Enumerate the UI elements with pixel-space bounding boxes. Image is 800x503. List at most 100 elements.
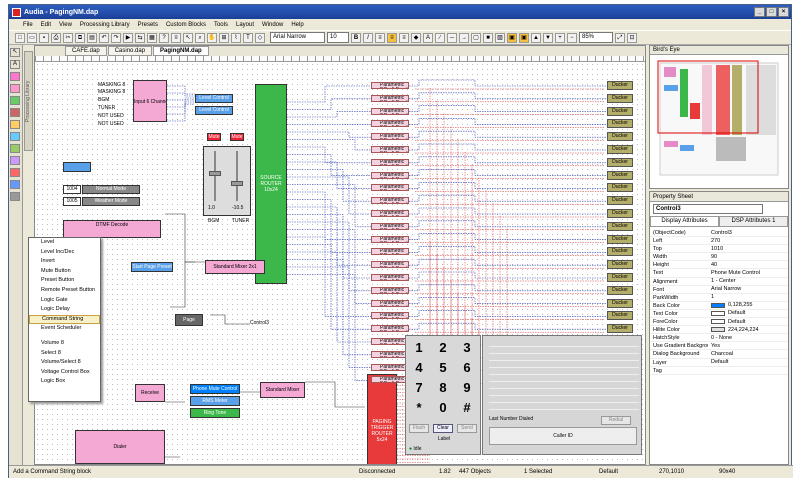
property-value[interactable]: 1 - Center — [708, 278, 788, 285]
property-value[interactable]: Default — [708, 359, 788, 366]
property-row[interactable]: Text Color Default — [650, 310, 788, 319]
menu-item-invert[interactable]: Invert — [29, 257, 100, 267]
property-row[interactable]: Back Color 0,128,255 — [650, 302, 788, 310]
receive-block[interactable]: Receive — [135, 384, 165, 402]
peq-block[interactable]: Parametric EQ - 1 Band — [371, 94, 409, 102]
line-style-icon[interactable]: ─ — [447, 32, 457, 43]
arrow-style-icon[interactable]: → — [459, 32, 469, 43]
property-row[interactable]: Top 1010 — [650, 245, 788, 254]
zoom-select[interactable]: 85% — [579, 32, 613, 43]
menu-item-preset-button[interactable]: Preset Button — [29, 276, 100, 286]
peq-block[interactable]: Parametric EQ - 1 Band — [371, 133, 409, 141]
logic-block-icon[interactable] — [10, 180, 20, 189]
property-row[interactable]: Text Phone Mute Control — [650, 269, 788, 278]
ducker-block[interactable]: Ducker — [607, 260, 633, 270]
dynamics-block-icon[interactable] — [10, 144, 20, 153]
source-router-block[interactable]: SOURCE ROUTER 10x24 — [255, 84, 287, 284]
redo-icon[interactable]: ↷ — [111, 32, 121, 43]
peq-block[interactable]: Parametric EQ - 1 Band — [371, 363, 409, 371]
processing-library-tab[interactable]: Processing Library — [24, 51, 33, 151]
send-back-icon[interactable]: ▼ — [543, 32, 553, 43]
peq-block[interactable]: Parametric EQ - 1 Band — [371, 299, 409, 307]
input-block[interactable]: Input 6 Channel — [133, 80, 167, 122]
group-icon[interactable]: ▣ — [507, 32, 517, 43]
ducker-block[interactable]: Ducker — [607, 247, 633, 257]
grid-icon[interactable]: ▦ — [147, 32, 157, 43]
key-9[interactable]: 9 — [458, 380, 476, 396]
italic-icon[interactable]: I — [363, 32, 373, 43]
peq-block[interactable]: Parametric EQ - 1 Band — [371, 286, 409, 294]
font-color-icon[interactable]: A — [423, 32, 433, 43]
birds-eye-overview[interactable] — [650, 55, 788, 187]
menu-tools[interactable]: Tools — [214, 22, 228, 28]
menu-file[interactable]: File — [23, 22, 33, 28]
peq-block[interactable]: Parametric EQ - 1 Band — [371, 350, 409, 358]
minimize-button[interactable]: _ — [754, 7, 765, 17]
peq-block[interactable]: Parametric EQ - 1 Band — [371, 82, 409, 89]
text-tool-icon[interactable]: T — [243, 32, 253, 43]
title-bar[interactable]: Audia - PagingNM.dap _ □ × — [9, 5, 791, 19]
ducker-block[interactable]: Ducker — [607, 196, 633, 206]
line-color-icon[interactable]: ∕ — [435, 32, 445, 43]
property-value[interactable]: 90 — [708, 253, 788, 260]
menu-help[interactable]: Help — [291, 22, 303, 28]
menu-custom-blocks[interactable]: Custom Blocks — [166, 22, 206, 28]
property-row[interactable]: Height 40 — [650, 261, 788, 270]
property-row[interactable]: Left 270 — [650, 237, 788, 246]
peq-block[interactable]: Parametric EQ - 1 Band — [371, 197, 409, 205]
delay-block-icon[interactable] — [10, 168, 20, 177]
menu-item-logic-box[interactable]: Logic Box — [29, 377, 100, 387]
property-row[interactable]: Tag — [650, 367, 788, 375]
property-value[interactable]: Yes — [708, 342, 788, 349]
menu-edit[interactable]: Edit — [41, 22, 51, 28]
peq-block[interactable]: Parametric EQ - 1 Band — [371, 120, 409, 128]
property-value[interactable]: 40 — [708, 261, 788, 268]
start-page-preset-button[interactable]: Start Page Preset — [131, 262, 173, 272]
align-right-icon[interactable]: ≡ — [399, 32, 409, 43]
bring-front-icon[interactable]: ▲ — [531, 32, 541, 43]
key-4[interactable]: 4 — [410, 360, 428, 376]
level-control-block-2[interactable]: Level Control — [195, 106, 233, 115]
property-row[interactable]: Alignment 1 - Center — [650, 278, 788, 286]
property-value[interactable]: Arial Narrow — [708, 286, 788, 293]
fill-color-icon[interactable]: ◆ — [411, 32, 421, 43]
menu-item-volume-8[interactable]: Volume 8 — [29, 339, 100, 349]
ducker-block[interactable]: Ducker — [607, 132, 633, 142]
fader-handle-2[interactable] — [231, 181, 243, 186]
zoom-icon[interactable]: ⌕ — [195, 32, 205, 43]
property-value[interactable]: 0 - None — [708, 334, 788, 341]
peq-block[interactable]: Parametric EQ - 1 Band — [371, 261, 409, 269]
ducker-block[interactable]: Ducker — [607, 157, 633, 167]
property-value[interactable]: 0,128,255 — [708, 302, 788, 309]
tab-paging[interactable]: PagingNM.dap — [153, 46, 209, 56]
peq-block[interactable]: Parametric EQ - 1 Band — [371, 107, 409, 115]
tab-display-attributes[interactable]: Display Attributes — [650, 216, 719, 227]
menu-item-mute-button[interactable]: Mute Button — [29, 267, 100, 277]
property-value[interactable]: 224,224,224 — [708, 326, 788, 333]
pointer-icon[interactable]: ↖ — [183, 32, 193, 43]
menu-item-voltage-control-box[interactable]: Voltage Control Box — [29, 368, 100, 378]
property-row[interactable]: Dialog Background Charcoal — [650, 350, 788, 359]
meter-block-icon[interactable] — [10, 156, 20, 165]
peq-block[interactable]: Parametric EQ - 1 Band — [371, 171, 409, 179]
ducker-block[interactable]: Ducker — [607, 221, 633, 231]
peq-block[interactable]: Parametric EQ - 1 Band — [371, 146, 409, 153]
color-picker-icon[interactable]: ■ — [483, 32, 493, 43]
menu-processing-library[interactable]: Processing Library — [80, 22, 130, 28]
property-value[interactable]: Charcoal — [708, 350, 788, 357]
undo-icon[interactable]: ↶ — [99, 32, 109, 43]
rms-meter-block[interactable]: RMS Meter — [190, 396, 240, 406]
send-button[interactable]: Send — [457, 424, 477, 433]
property-row[interactable]: Layer Default — [650, 359, 788, 367]
preset-a-label[interactable]: Normal Mode — [82, 185, 140, 194]
layer-icon[interactable]: ▧ — [495, 32, 505, 43]
property-value[interactable]: 1 — [708, 294, 788, 301]
menu-presets[interactable]: Presets — [138, 22, 158, 28]
snap-icon[interactable]: ⊞ — [219, 32, 229, 43]
clear-button[interactable]: Clear — [433, 424, 453, 433]
property-row[interactable]: ForeColor Default — [650, 318, 788, 327]
peq-block[interactable]: Parametric EQ - 1 Band — [371, 338, 409, 345]
property-row[interactable]: HatchStyle 0 - None — [650, 334, 788, 343]
peq-block[interactable]: Parametric EQ - 1 Band — [371, 222, 409, 230]
ducker-block[interactable]: Ducker — [607, 106, 633, 116]
